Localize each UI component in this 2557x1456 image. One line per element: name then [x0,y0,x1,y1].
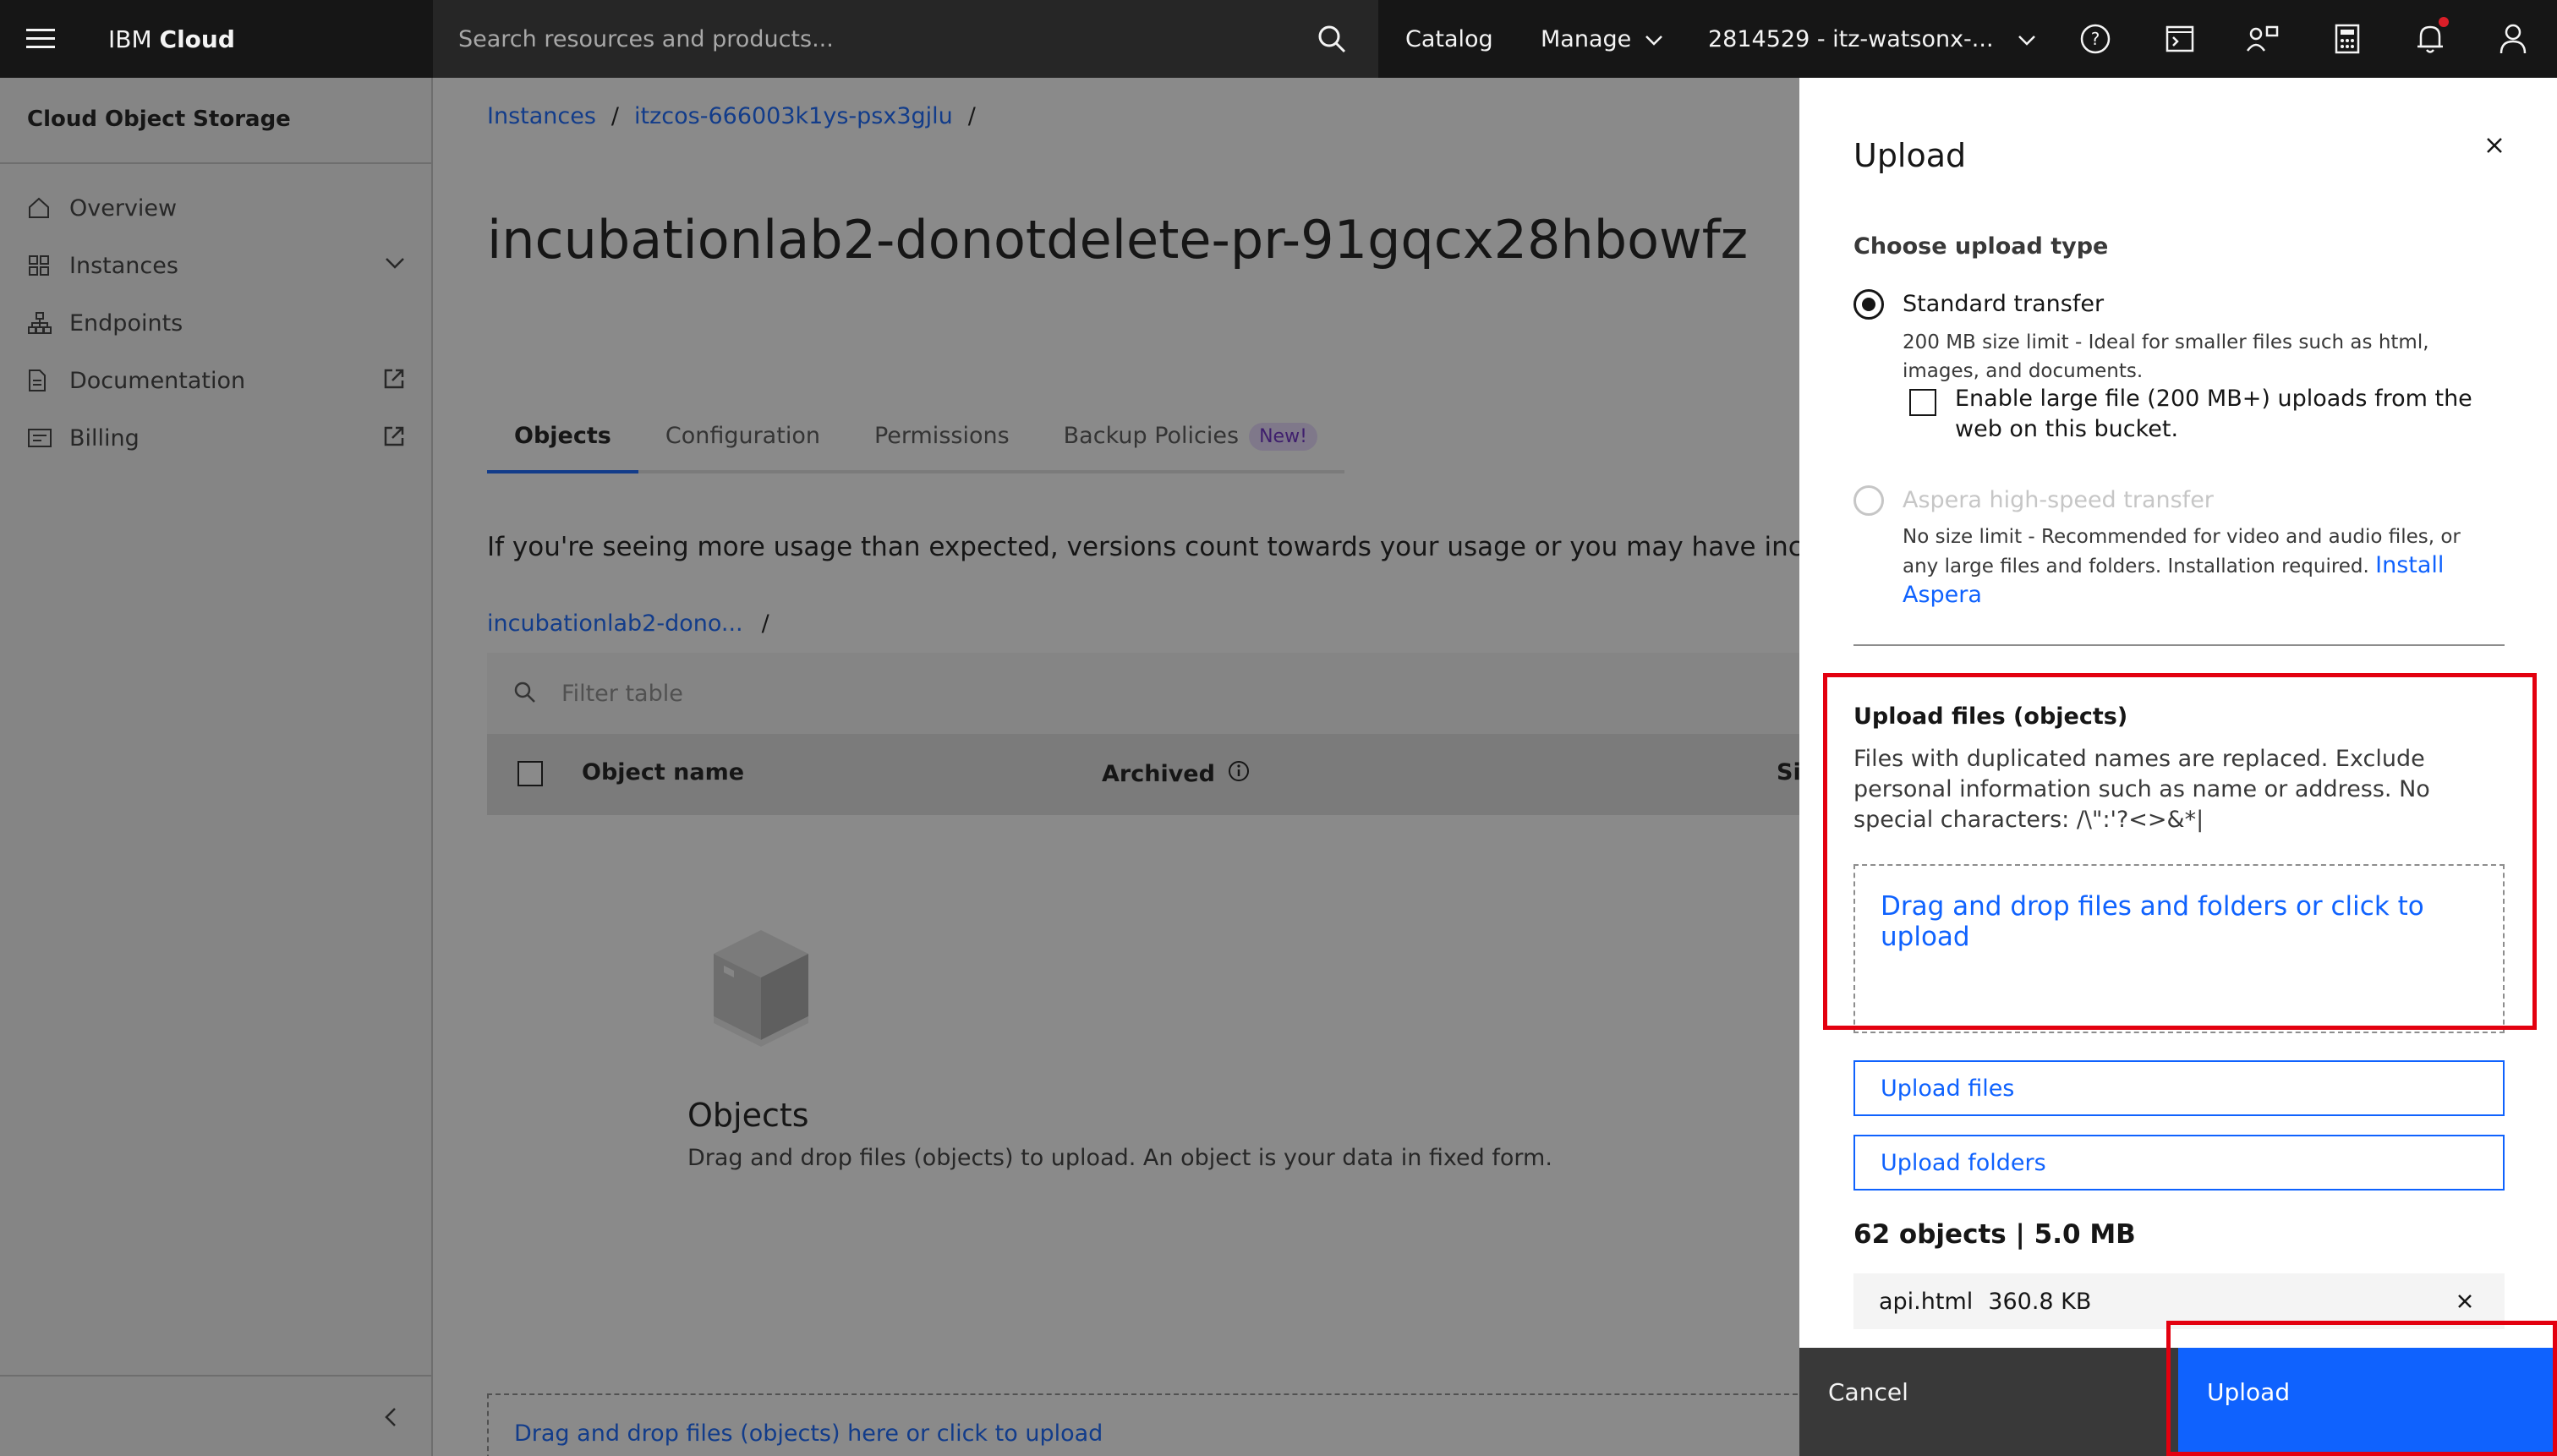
account-switcher[interactable]: 2814529 - itz-watsonx-... [1708,0,2036,78]
upload-button[interactable]: Upload [2178,1348,2557,1456]
help-icon[interactable]: ? [2072,15,2119,63]
nav-manage-label: Manage [1541,25,1632,52]
account-name: 2814529 - itz-watsonx-... [1708,25,1994,52]
large-file-checkbox[interactable] [1909,389,1936,416]
upload-files-button[interactable]: Upload files [1853,1060,2505,1116]
aspera-transfer-radio[interactable] [1853,485,1884,516]
brand-cloud: Cloud [159,25,235,53]
file-size: 360.8 KB [1988,1288,2092,1315]
large-file-label[interactable]: Enable large file (200 MB+) uploads from… [1955,384,2505,445]
chevron-down-icon [1645,26,1663,52]
divider [1853,644,2505,646]
cancel-button[interactable]: Cancel [1799,1348,2178,1456]
upload-folders-button[interactable]: Upload folders [1853,1135,2505,1191]
upload-files-title: Upload files (objects) [1853,703,2128,730]
cost-estimator-icon[interactable] [2324,15,2371,63]
file-list-item: api.html 360.8 KB [1853,1273,2505,1329]
search-icon[interactable] [1311,18,1353,60]
standard-transfer-label[interactable]: Standard transfer [1903,291,2104,317]
standard-transfer-radio[interactable] [1853,289,1884,320]
global-search[interactable]: Search resources and products... [433,0,1378,78]
brand-logo[interactable]: IBM Cloud [81,25,433,53]
menu-icon[interactable] [0,0,81,78]
upload-panel: Upload Choose upload type Standard trans… [1799,78,2557,1456]
upload-type-label: Choose upload type [1853,233,2109,260]
close-icon[interactable] [2450,1287,2479,1316]
notification-icon[interactable] [2406,15,2454,63]
cloud-shell-icon[interactable] [2156,15,2204,63]
object-count: 62 objects | 5.0 MB [1853,1219,2136,1250]
file-name: api.html [1879,1288,1974,1315]
standard-transfer-description: 200 MB size limit - Ideal for smaller fi… [1903,331,2429,382]
search-input[interactable]: Search resources and products... [458,26,1311,52]
aspera-transfer-label[interactable]: Aspera high-speed transfer [1903,487,2214,513]
switcher-icon[interactable] [2239,15,2286,63]
aspera-transfer-description: No size limit - Recommended for video an… [1903,523,2494,610]
upload-files-description: Files with duplicated names are replaced… [1853,746,2430,833]
modal-overlay[interactable] [0,78,1799,1456]
notification-badge [2439,17,2449,27]
nav-manage[interactable]: Manage [1541,0,1663,78]
brand-ibm: IBM [108,25,152,53]
svg-text:?: ? [2091,29,2100,49]
file-dropzone[interactable]: Drag and drop files and folders or click… [1853,864,2505,1033]
user-icon[interactable] [2489,15,2537,63]
top-header: IBM Cloud Search resources and products.… [0,0,2557,78]
close-icon[interactable] [2478,129,2511,162]
chevron-down-icon [2018,26,2036,52]
nav-catalog[interactable]: Catalog [1405,0,1493,78]
panel-title: Upload [1853,137,1967,174]
